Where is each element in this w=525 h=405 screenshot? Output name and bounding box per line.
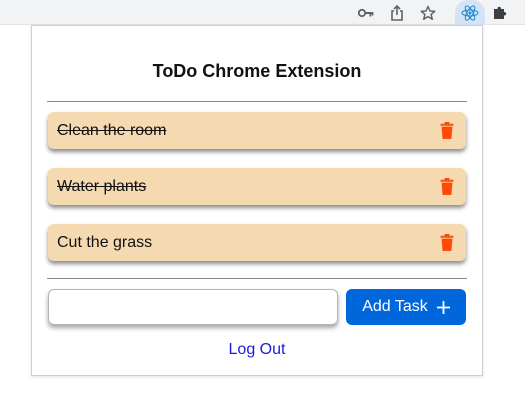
add-task-label: Add Task (362, 298, 428, 315)
popup-title: ToDo Chrome Extension (152, 61, 362, 81)
new-task-input[interactable] (48, 289, 338, 325)
task-text: Water plants (57, 178, 147, 195)
react-extension-icon[interactable] (455, 0, 485, 25)
browser-toolbar (0, 0, 525, 25)
share-icon[interactable] (387, 3, 407, 23)
divider-top (47, 101, 467, 102)
star-icon[interactable] (418, 3, 438, 23)
task-item[interactable]: Water plants (48, 168, 466, 205)
task-list: Clean the room Water plants Cut the gras… (48, 112, 466, 280)
task-item[interactable]: Clean the room (48, 112, 466, 149)
puzzle-icon[interactable] (490, 3, 510, 23)
plus-icon (436, 300, 450, 314)
task-item[interactable]: Cut the grass (48, 224, 466, 261)
divider-bottom (47, 278, 467, 279)
trash-icon[interactable] (440, 122, 454, 139)
extension-popup: ToDo Chrome Extension Clean the room Wat… (31, 25, 483, 376)
task-text: Clean the room (57, 122, 167, 139)
key-icon[interactable] (356, 3, 376, 23)
trash-icon[interactable] (440, 178, 454, 195)
add-task-button[interactable]: Add Task (346, 289, 466, 325)
task-text: Cut the grass (57, 234, 153, 251)
logout-link[interactable]: Log Out (32, 341, 482, 359)
trash-icon[interactable] (440, 234, 454, 251)
